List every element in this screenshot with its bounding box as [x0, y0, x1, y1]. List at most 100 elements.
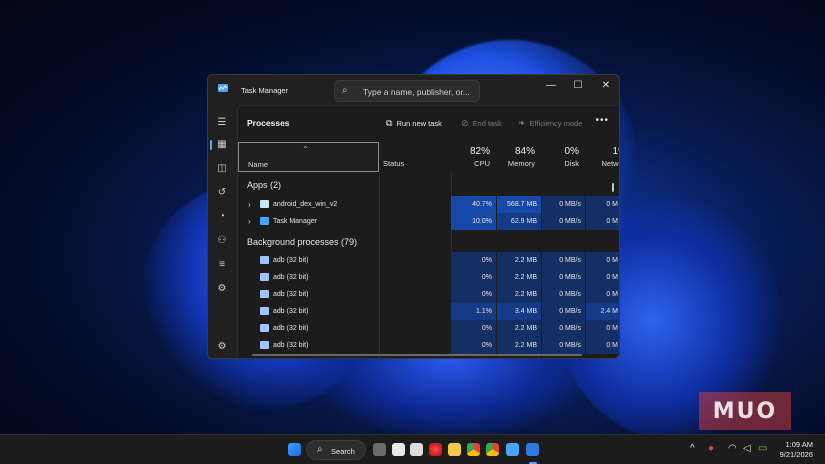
process-name: adb (32 bit) — [273, 325, 309, 332]
startup-apps-icon[interactable]: ◔ — [214, 210, 230, 224]
process-table: ⌃ Name Status 82% CPU 84% Memory 0% Disk… — [238, 142, 619, 358]
app-history-icon[interactable]: ↺ — [214, 186, 230, 200]
cpu-cell: 1.1% — [451, 303, 496, 320]
task-manager-taskbar-icon[interactable] — [526, 443, 539, 456]
sort-ascending-icon: ⌃ — [302, 145, 309, 154]
table-row[interactable]: adb (32 bit) 0% 2.2 MB 0 MB/s 0 M — [238, 269, 619, 286]
table-row[interactable]: adb (32 bit) 0% 2.2 MB 0 MB/s 0 M — [238, 252, 619, 269]
run-new-task-label: Run new task — [396, 119, 442, 128]
network-column-header[interactable]: 1% Network — [585, 142, 619, 172]
nav-rail: ☰ ▦ ◫ ↺ ◔ ⚇ ≡ ⚙ ⚙ — [208, 105, 236, 358]
end-task-icon: ⊘ — [461, 118, 469, 128]
memory-cell: 2.2 MB — [497, 337, 541, 354]
disk-cell: 0 MB/s — [542, 320, 585, 337]
maximize-button[interactable]: ☐ — [566, 78, 590, 94]
volume-icon[interactable]: ◁ — [743, 443, 751, 454]
performance-icon[interactable]: ◫ — [214, 162, 230, 176]
scrollbar-thumb[interactable] — [612, 183, 614, 192]
date: 9/21/2026 — [779, 450, 813, 459]
run-task-icon: ⧉ — [386, 118, 393, 128]
status-column-header[interactable]: Status — [379, 142, 451, 172]
clock[interactable]: 1:09 AM 9/21/2026 — [780, 440, 813, 460]
start-icon[interactable] — [288, 443, 301, 456]
group-background-processes: Background processes (79) — [247, 237, 358, 247]
search-icon: ⌕ — [342, 85, 348, 96]
disk-header-label: Disk — [564, 159, 579, 168]
details-icon[interactable]: ≡ — [214, 258, 230, 272]
process-icon — [260, 273, 269, 281]
hamburger-icon[interactable]: ☰ — [214, 116, 230, 130]
horizontal-scrollbar[interactable] — [252, 354, 582, 356]
battery-icon[interactable]: ▭ — [758, 443, 767, 454]
network-cell: 0 M — [586, 286, 619, 303]
table-row[interactable]: adb (32 bit) 0% 2.2 MB 0 MB/s 0 M — [238, 320, 619, 337]
efficiency-mode-label: Efficiency mode — [529, 119, 583, 128]
users-icon[interactable]: ⚇ — [214, 234, 230, 248]
memory-column-header[interactable]: 84% Memory — [496, 142, 541, 172]
table-row[interactable]: adb (32 bit) 1.1% 3.4 MB 0 MB/s 2.4 M — [238, 303, 619, 320]
taskbar-search-button[interactable]: ⌕ Search — [306, 440, 366, 460]
cpu-cell: 0% — [451, 252, 496, 269]
cpu-column-header[interactable]: 82% CPU — [451, 142, 496, 172]
run-new-task-button[interactable]: ⧉ Run new task — [386, 118, 442, 129]
tray-app-icon[interactable]: ● — [708, 443, 714, 454]
network-cell: 0 M — [586, 337, 619, 354]
task-view-icon[interactable] — [373, 443, 386, 456]
name-header-label: Name — [248, 160, 269, 169]
chrome-icon[interactable] — [467, 443, 480, 456]
table-row[interactable]: › android_dex_win_v2 40.7% 568.7 MB 0 MB/s 0 … — [238, 196, 619, 213]
disk-cell: 0 MB/s — [542, 269, 585, 286]
memory-cell: 3.4 MB — [497, 303, 541, 320]
process-icon — [260, 324, 269, 332]
status-header-label: Status — [383, 159, 405, 168]
process-name: adb (32 bit) — [273, 291, 309, 298]
chevron-up-icon[interactable]: ^ — [690, 443, 695, 454]
table-row[interactable]: adb (32 bit) 0% 2.2 MB 0 MB/s 0 M — [238, 286, 619, 303]
table-row[interactable]: adb (32 bit) 0% 2.2 MB 0 MB/s 0 M — [238, 337, 619, 354]
end-task-button[interactable]: ⊘ End task — [461, 118, 502, 129]
name-column-header[interactable]: ⌃ Name — [238, 142, 379, 172]
memory-cell: 2.2 MB — [497, 252, 541, 269]
process-icon — [260, 256, 269, 264]
disk-cell: 0 MB/s — [542, 196, 585, 213]
more-options-button[interactable]: ••• — [595, 115, 609, 126]
file-explorer-icon[interactable] — [448, 443, 461, 456]
table-row[interactable]: › Task Manager 10.0% 62.9 MB 0 MB/s 0 M — [238, 213, 619, 230]
app-icon[interactable] — [392, 443, 405, 456]
network-total: 1% — [612, 146, 619, 157]
network-cell: 0 M — [586, 252, 619, 269]
wifi-icon[interactable]: ◠ — [728, 443, 737, 454]
network-header-label: Network — [601, 159, 619, 168]
memory-cell: 2.2 MB — [497, 320, 541, 337]
process-icon — [260, 341, 269, 349]
cpu-header-label: CPU — [474, 159, 490, 168]
cpu-total: 82% — [469, 146, 490, 157]
expand-chevron-icon[interactable]: › — [248, 200, 251, 209]
app-icon[interactable] — [506, 443, 519, 456]
search-input[interactable]: ⌕ Type a name, publisher, or... — [334, 80, 480, 102]
disk-cell: 0 MB/s — [542, 337, 585, 354]
minimize-button[interactable]: — — [539, 78, 563, 94]
disk-column-header[interactable]: 0% Disk — [541, 142, 585, 172]
memory-cell: 62.9 MB — [497, 213, 541, 230]
disk-cell: 0 MB/s — [542, 213, 585, 230]
close-button[interactable]: ✕ — [594, 78, 618, 94]
memory-header-label: Memory — [507, 159, 535, 168]
search-placeholder: Type a name, publisher, or... — [363, 87, 470, 97]
network-cell: 2.4 M — [586, 303, 619, 320]
app-icon[interactable] — [429, 443, 442, 456]
processes-icon[interactable]: ▦ — [214, 138, 230, 152]
efficiency-mode-button[interactable]: ❧ Efficiency mode — [518, 118, 582, 129]
services-icon[interactable]: ⚙ — [214, 282, 230, 296]
app-icon[interactable] — [410, 443, 423, 456]
memory-cell: 568.7 MB — [497, 196, 541, 213]
settings-icon[interactable]: ⚙ — [214, 340, 230, 354]
expand-chevron-icon[interactable]: › — [248, 217, 251, 226]
active-indicator — [210, 140, 212, 150]
chrome-icon[interactable] — [486, 443, 499, 456]
disk-cell: 0 MB/s — [542, 286, 585, 303]
title-bar[interactable]: Task Manager ⌕ Type a name, publisher, o… — [208, 75, 619, 105]
process-icon — [260, 290, 269, 298]
process-name: android_dex_win_v2 — [273, 201, 338, 208]
disk-cell: 0 MB/s — [542, 252, 585, 269]
